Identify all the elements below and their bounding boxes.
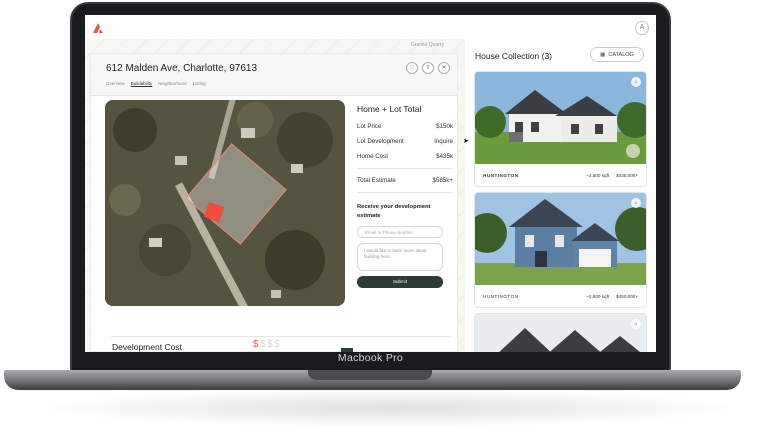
property-panel: 612 Malden Ave, Charlotte, 97613 Overvie…: [90, 53, 458, 352]
mouse-cursor-icon: ➤: [463, 138, 469, 145]
house-specs: ~2,500 sqft $450,000+: [586, 294, 638, 299]
price-row-label: Lot Price: [357, 123, 382, 130]
laptop-brand-label: Macbook Pro: [337, 352, 404, 364]
total-estimate-row: Total Estimate $585k+: [357, 177, 453, 184]
property-address: 612 Malden Ave, Charlotte, 97613: [106, 63, 258, 74]
message-textarea[interactable]: I would like to learn more about buildin…: [357, 243, 443, 271]
share-button[interactable]: ⇪: [422, 62, 434, 74]
cost-rating-active: $: [253, 339, 261, 350]
price-row-value: $435k: [436, 153, 453, 160]
house-card[interactable]: ⌂ HUNTINGTON ~2,500 sqft $435,000+: [474, 71, 647, 187]
home-icon: ⌂: [634, 321, 638, 327]
catalog-button-label: CATALOG: [608, 51, 634, 58]
house-price: $450,000+: [616, 293, 638, 299]
contact-input[interactable]: Email or Phone Number: [357, 226, 443, 238]
house-name: HUNTINGTON: [483, 293, 519, 299]
close-button[interactable]: ✕: [438, 62, 450, 74]
house-image: ⌂: [475, 314, 646, 352]
heart-icon: ♡: [409, 65, 415, 71]
price-row: Lot Development Inquire: [357, 138, 453, 145]
map-edge-marks: · · ·: [458, 82, 460, 128]
house-collection-title: House Collection (3): [475, 51, 553, 61]
house-specs: ~2,500 sqft $435,000+: [586, 173, 638, 178]
development-cost-title: Development Cost: [112, 342, 182, 352]
house-image: ⌂: [475, 193, 646, 285]
tab-neighborhood[interactable]: Neighborhood: [158, 81, 186, 86]
app-logo-icon[interactable]: [92, 22, 104, 34]
app-screen: A Granite Quarry 612 Malden Ave, Charlot…: [85, 15, 656, 352]
catalog-button[interactable]: ▦ CATALOG: [590, 47, 644, 62]
property-tabs: Overview Buildability Neighborhood Listi…: [106, 81, 206, 86]
white-farmhouse-image: [475, 72, 646, 164]
gabled-house-image: [475, 314, 646, 352]
favorite-button[interactable]: ♡: [406, 62, 418, 74]
laptop-shadow: [30, 388, 750, 428]
home-icon: ⌂: [634, 200, 638, 206]
total-estimate-value: $585k+: [432, 177, 453, 184]
house-image: ⌂: [475, 72, 646, 164]
builder-badge-icon: [626, 144, 640, 158]
close-icon: ✕: [441, 65, 447, 71]
home-icon: ⌂: [634, 79, 638, 85]
save-house-button[interactable]: ⌂: [631, 198, 641, 208]
house-price: $435,000+: [616, 172, 638, 178]
development-cost-rating: $$$$: [253, 339, 281, 350]
tab-listing[interactable]: Listing: [193, 81, 206, 86]
price-row-value: $150k: [436, 123, 453, 130]
submit-button[interactable]: Submit: [357, 276, 443, 288]
house-name: HUNTINGTON: [483, 172, 519, 178]
share-icon: ⇪: [425, 65, 431, 71]
divider: [357, 168, 453, 169]
total-estimate-label: Total Estimate: [357, 177, 396, 184]
house-card-info: HUNTINGTON ~2,500 sqft $435,000+: [475, 164, 646, 186]
blue-craftsman-image: [475, 193, 646, 285]
header-actions: ♡ ⇪ ✕: [406, 62, 450, 74]
house-sqft: ~2,500 sqft: [586, 172, 610, 178]
aerial-lot-image[interactable]: [105, 100, 345, 306]
house-card-info: HUNTINGTON ~2,500 sqft $450,000+: [475, 285, 646, 307]
estimate-form-title: Receive your development estimate: [357, 204, 431, 219]
price-row-label: Home Cost: [357, 153, 388, 160]
user-avatar[interactable]: A: [635, 21, 649, 35]
catalog-icon: ▦: [600, 51, 606, 58]
house-sqft: ~2,500 sqft: [586, 293, 610, 299]
tab-overview[interactable]: Overview: [106, 81, 125, 86]
price-row: Home Cost $435k: [357, 153, 453, 160]
price-row-label: Lot Development: [357, 138, 404, 145]
property-header: 612 Malden Ave, Charlotte, 97613 Overvie…: [91, 54, 457, 96]
price-row-value: Inquire: [434, 138, 453, 145]
house-card[interactable]: ⌂: [474, 313, 647, 352]
house-card[interactable]: ⌂ HUNTINGTON ~2,500 sqft $450,000+: [474, 192, 647, 308]
price-summary-title: Home + Lot Total: [357, 104, 422, 114]
divider: [357, 192, 453, 193]
divider: [111, 336, 451, 337]
save-house-button[interactable]: ⌂: [631, 77, 641, 87]
cost-rating-inactive: $$$: [260, 339, 282, 350]
development-chart-mark: [341, 348, 353, 352]
map-place-label: Granite Quarry: [411, 42, 445, 48]
price-summary: Home + Lot Total Lot Price $150k Lot Dev…: [357, 104, 453, 288]
laptop-notch: [308, 370, 432, 380]
price-row: Lot Price $150k: [357, 123, 453, 130]
tab-buildability[interactable]: Buildability: [131, 81, 153, 86]
save-house-button[interactable]: ⌂: [631, 319, 641, 329]
